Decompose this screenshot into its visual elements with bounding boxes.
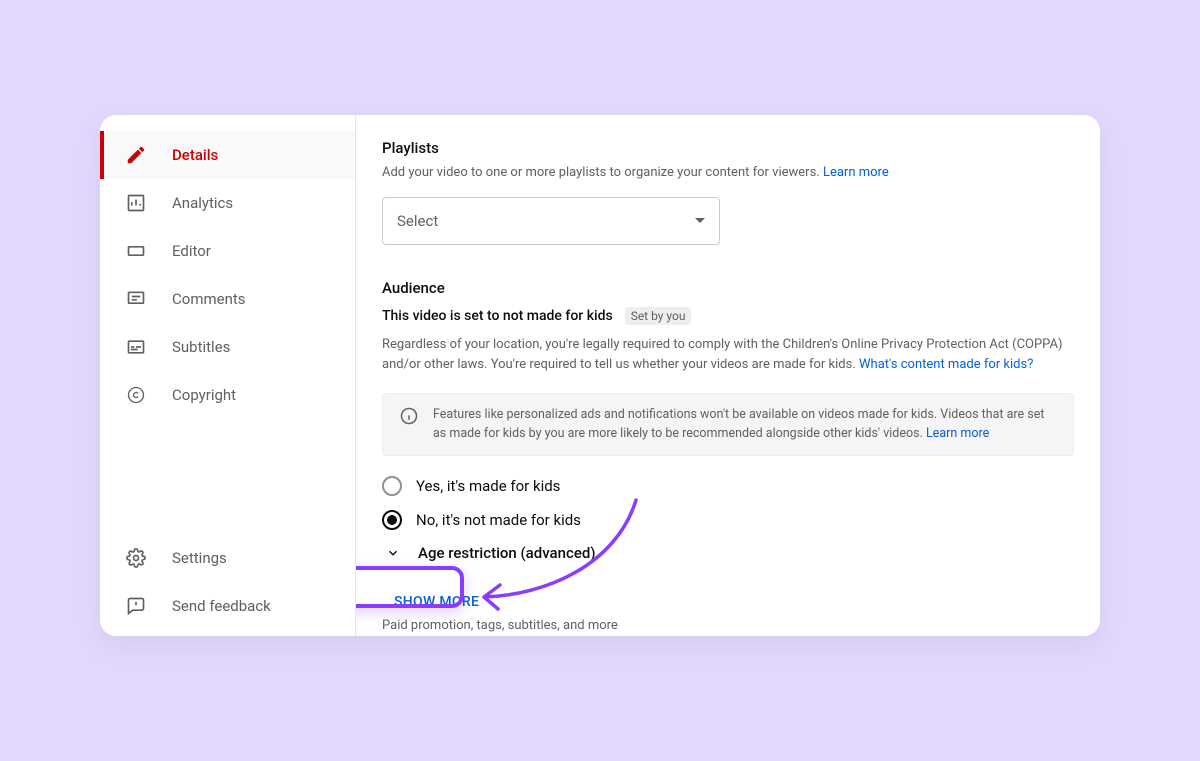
playlists-section: Playlists Add your video to one or more …	[382, 139, 1074, 245]
radio-icon	[382, 476, 402, 496]
analytics-icon	[124, 191, 148, 215]
sidebar-item-label: Editor	[172, 242, 211, 260]
set-by-badge: Set by you	[625, 307, 692, 325]
sidebar-item-label: Copyright	[172, 386, 236, 404]
audience-section: Audience This video is set to not made f…	[382, 279, 1074, 634]
sidebar-item-details[interactable]: Details	[100, 131, 355, 179]
audience-status: This video is set to not made for kids	[382, 308, 613, 324]
audience-title: Audience	[382, 279, 1074, 297]
sidebar-item-label: Settings	[172, 549, 227, 567]
gear-icon	[124, 546, 148, 570]
sidebar-item-label: Send feedback	[172, 597, 271, 615]
sidebar-item-settings[interactable]: Settings	[100, 534, 355, 582]
info-icon	[399, 406, 419, 426]
radio-yes-kids[interactable]: Yes, it's made for kids	[382, 476, 1074, 496]
chevron-down-icon	[695, 218, 705, 223]
playlists-title: Playlists	[382, 139, 1074, 157]
video-details-panel: Details Analytics Editor Comments	[100, 115, 1100, 636]
sidebar-item-copyright[interactable]: Copyright	[100, 371, 355, 419]
kids-info-block: Features like personalized ads and notif…	[382, 393, 1074, 457]
sidebar-item-subtitles[interactable]: Subtitles	[100, 323, 355, 371]
chevron-down-icon	[386, 546, 400, 560]
kids-radio-group: Yes, it's made for kids No, it's not mad…	[382, 476, 1074, 530]
show-more-button[interactable]: SHOW MORE	[382, 586, 491, 618]
sidebar-item-comments[interactable]: Comments	[100, 275, 355, 323]
playlists-help: Add your video to one or more playlists …	[382, 163, 1074, 183]
sidebar: Details Analytics Editor Comments	[100, 115, 356, 636]
sidebar-item-label: Subtitles	[172, 338, 230, 356]
playlists-learn-more-link[interactable]: Learn more	[823, 165, 889, 180]
age-restriction-toggle[interactable]: Age restriction (advanced)	[386, 544, 1074, 562]
copyright-icon	[124, 383, 148, 407]
select-placeholder: Select	[397, 212, 438, 230]
coppa-text: Regardless of your location, you're lega…	[382, 335, 1074, 375]
info-learn-more-link[interactable]: Learn more	[926, 426, 989, 441]
pencil-icon	[124, 143, 148, 167]
subtitles-icon	[124, 335, 148, 359]
radio-no-kids[interactable]: No, it's not made for kids	[382, 510, 1074, 530]
show-more-hint: Paid promotion, tags, subtitles, and mor…	[382, 618, 1074, 633]
age-restriction-label: Age restriction (advanced)	[418, 544, 596, 562]
sidebar-item-analytics[interactable]: Analytics	[100, 179, 355, 227]
feedback-icon	[124, 594, 148, 618]
sidebar-item-label: Analytics	[172, 194, 233, 212]
sidebar-item-editor[interactable]: Editor	[100, 227, 355, 275]
sidebar-item-feedback[interactable]: Send feedback	[100, 582, 355, 630]
radio-label: No, it's not made for kids	[416, 511, 581, 529]
coppa-learn-link[interactable]: What's content made for kids?	[859, 357, 1033, 372]
editor-icon	[124, 239, 148, 263]
sidebar-item-label: Details	[172, 146, 218, 164]
radio-icon	[382, 510, 402, 530]
comments-icon	[124, 287, 148, 311]
sidebar-item-label: Comments	[172, 290, 246, 308]
playlists-select[interactable]: Select	[382, 197, 720, 245]
radio-label: Yes, it's made for kids	[416, 477, 560, 495]
main-content: Playlists Add your video to one or more …	[356, 115, 1100, 636]
